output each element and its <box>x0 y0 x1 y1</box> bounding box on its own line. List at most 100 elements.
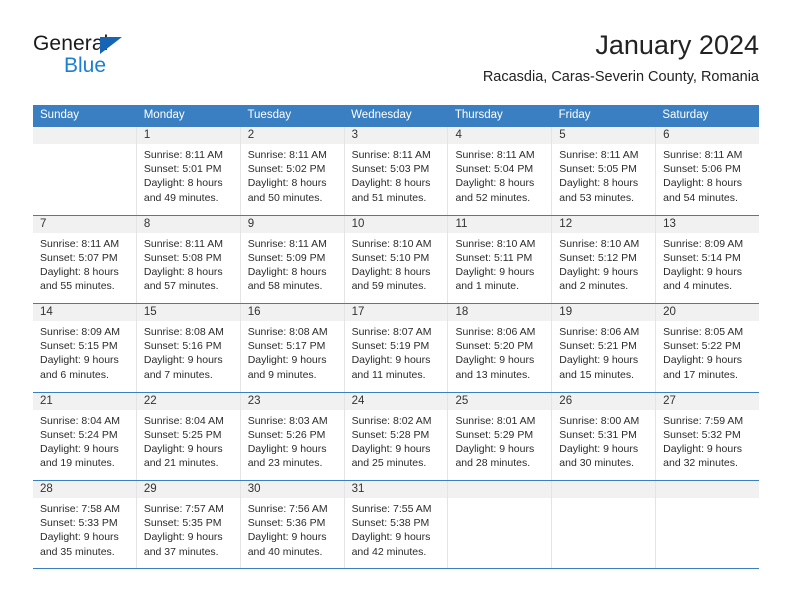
calendar-day-cell[interactable]: 31 Sunrise: 7:55 AM Sunset: 5:38 PM Dayligh… <box>343 481 448 568</box>
daylight-text-line2: and 9 minutes. <box>247 368 317 381</box>
daylight-text-line1: Daylight: 9 hours <box>455 442 535 455</box>
sunrise-text: Sunrise: 7:58 AM <box>40 503 120 515</box>
calendar-day-cell[interactable]: 22 Sunrise: 8:04 AM Sunset: 5:25 PM Dayligh… <box>135 392 240 480</box>
calendar-day-cell[interactable]: 12 Sunrise: 8:10 AM Sunset: 5:12 PM Dayligh… <box>551 215 656 303</box>
sunset-text: Sunset: 5:08 PM <box>143 251 222 264</box>
day-sun-info: Sunrise: 7:59 AM Sunset: 5:32 PM Daylight:… <box>656 410 759 471</box>
calendar-week-row: 21 Sunrise: 8:04 AM Sunset: 5:24 PM Dayligh… <box>33 391 760 480</box>
day-number: 30 <box>240 481 344 498</box>
calendar-week-row: 28 Sunrise: 7:58 AM Sunset: 5:33 PM Dayligh… <box>33 480 760 569</box>
day-number: 4 <box>448 127 552 144</box>
calendar-day-cell[interactable]: 2 Sunrise: 8:11 AM Sunset: 5:02 PM Daylight… <box>239 127 344 215</box>
day-sun-info: Sunrise: 8:09 AM Sunset: 5:15 PM Daylight:… <box>33 321 136 382</box>
calendar-day-cell[interactable]: 30 Sunrise: 7:56 AM Sunset: 5:36 PM Dayligh… <box>239 481 344 568</box>
calendar-day-cell[interactable]: 19 Sunrise: 8:06 AM Sunset: 5:21 PM Dayligh… <box>551 304 656 392</box>
sunset-text: Sunset: 5:06 PM <box>663 163 741 176</box>
sunset-text: Sunset: 5:28 PM <box>351 428 430 441</box>
calendar-day-cell[interactable]: 18 Sunrise: 8:06 AM Sunset: 5:20 PM Dayligh… <box>447 304 552 392</box>
calendar-week-row: 1 Sunrise: 8:11 AM Sunset: 5:01 PM Daylight… <box>33 126 760 215</box>
calendar-day-cell[interactable]: 28 Sunrise: 7:58 AM Sunset: 5:33 PM Dayligh… <box>33 481 136 568</box>
day-sun-info: Sunrise: 8:08 AM Sunset: 5:17 PM Daylight:… <box>241 321 344 382</box>
daylight-text-line2: and 52 minutes. <box>455 191 531 204</box>
calendar-day-cell[interactable]: 27 Sunrise: 7:59 AM Sunset: 5:32 PM Dayligh… <box>655 392 760 480</box>
daylight-text-line2: and 17 minutes. <box>663 368 738 381</box>
sunset-text: Sunset: 5:07 PM <box>40 251 118 264</box>
calendar-day-cell[interactable]: 26 Sunrise: 8:00 AM Sunset: 5:31 PM Dayligh… <box>551 392 656 480</box>
calendar-day-cell[interactable]: 29 Sunrise: 7:57 AM Sunset: 5:35 PM Dayligh… <box>135 481 240 568</box>
day-sun-info: Sunrise: 8:11 AM Sunset: 5:04 PM Daylight:… <box>448 144 551 205</box>
calendar-day-cell[interactable]: 4 Sunrise: 8:11 AM Sunset: 5:04 PM Daylight… <box>447 127 552 215</box>
daylight-text-line2: and 15 minutes. <box>559 368 635 381</box>
calendar-day-cell[interactable]: 21 Sunrise: 8:04 AM Sunset: 5:24 PM Dayligh… <box>33 392 136 480</box>
sunset-text: Sunset: 5:17 PM <box>247 340 326 353</box>
day-number <box>448 481 552 498</box>
daylight-text-line2: and 37 minutes. <box>143 545 219 558</box>
calendar-day-cell[interactable]: 24 Sunrise: 8:02 AM Sunset: 5:28 PM Dayligh… <box>343 392 448 480</box>
day-number: 3 <box>344 127 448 144</box>
daylight-text-line1: Daylight: 9 hours <box>663 265 742 278</box>
sunrise-text: Sunrise: 8:00 AM <box>559 414 640 427</box>
daylight-text-line2: and 57 minutes. <box>143 280 219 293</box>
sunrise-text: Sunrise: 8:04 AM <box>143 414 224 427</box>
daylight-text-line1: Daylight: 8 hours <box>143 265 223 278</box>
sunrise-text: Sunrise: 8:06 AM <box>559 326 640 338</box>
sunset-text: Sunset: 5:33 PM <box>40 517 118 530</box>
sunset-text: Sunset: 5:25 PM <box>143 428 222 441</box>
calendar-day-cell[interactable]: 13 Sunrise: 8:09 AM Sunset: 5:14 PM Dayligh… <box>655 215 760 303</box>
sunset-text: Sunset: 5:14 PM <box>663 251 741 264</box>
sunrise-text: Sunrise: 8:11 AM <box>559 149 639 161</box>
day-sun-info: Sunrise: 7:55 AM Sunset: 5:38 PM Daylight:… <box>345 498 448 559</box>
calendar-day-cell[interactable]: 15 Sunrise: 8:08 AM Sunset: 5:16 PM Dayligh… <box>135 304 240 392</box>
day-sun-info: Sunrise: 8:11 AM Sunset: 5:07 PM Daylight:… <box>33 233 136 294</box>
calendar-day-cell[interactable]: 7 Sunrise: 8:11 AM Sunset: 5:07 PM Daylight… <box>33 215 136 303</box>
sunset-text: Sunset: 5:11 PM <box>455 251 533 264</box>
sunset-text: Sunset: 5:24 PM <box>40 428 118 441</box>
day-sun-info: Sunrise: 8:10 AM Sunset: 5:12 PM Daylight:… <box>552 233 655 294</box>
calendar-day-cell[interactable]: 11 Sunrise: 8:10 AM Sunset: 5:11 PM Dayligh… <box>447 215 552 303</box>
calendar-day-cell-empty <box>551 481 656 568</box>
day-number: 19 <box>552 304 656 321</box>
day-sun-info: Sunrise: 8:01 AM Sunset: 5:29 PM Daylight:… <box>448 410 551 471</box>
sunset-text: Sunset: 5:29 PM <box>455 428 534 441</box>
day-sun-info: Sunrise: 8:11 AM Sunset: 5:03 PM Daylight:… <box>345 144 448 205</box>
day-number: 22 <box>136 392 240 410</box>
sunrise-text: Sunrise: 7:59 AM <box>663 414 744 427</box>
calendar-day-cell[interactable]: 16 Sunrise: 8:08 AM Sunset: 5:17 PM Dayligh… <box>239 304 344 392</box>
sunset-text: Sunset: 5:12 PM <box>559 251 637 264</box>
calendar-day-cell[interactable]: 20 Sunrise: 8:05 AM Sunset: 5:22 PM Dayligh… <box>655 304 760 392</box>
calendar-day-cell[interactable]: 10 Sunrise: 8:10 AM Sunset: 5:10 PM Dayligh… <box>343 215 448 303</box>
daylight-text-line1: Daylight: 9 hours <box>351 442 431 455</box>
day-number: 17 <box>344 304 448 321</box>
day-number <box>656 481 760 498</box>
calendar-day-cell[interactable]: 17 Sunrise: 8:07 AM Sunset: 5:19 PM Dayligh… <box>343 304 448 392</box>
day-number <box>33 127 136 144</box>
sunrise-text: Sunrise: 8:09 AM <box>663 237 744 250</box>
calendar-week-row: 7 Sunrise: 8:11 AM Sunset: 5:07 PM Daylight… <box>33 214 760 303</box>
day-sun-info: Sunrise: 8:11 AM Sunset: 5:09 PM Daylight:… <box>241 233 344 294</box>
calendar-day-cell[interactable]: 9 Sunrise: 8:11 AM Sunset: 5:09 PM Daylight… <box>239 215 344 303</box>
title-block: January 2024 Racasdia, Caras-Severin Cou… <box>483 28 759 88</box>
calendar-day-cell[interactable]: 25 Sunrise: 8:01 AM Sunset: 5:29 PM Dayligh… <box>447 392 552 480</box>
day-sun-info: Sunrise: 7:56 AM Sunset: 5:36 PM Daylight:… <box>241 498 344 559</box>
daylight-text-line2: and 53 minutes. <box>559 191 635 204</box>
calendar-day-cell[interactable]: 8 Sunrise: 8:11 AM Sunset: 5:08 PM Daylight… <box>135 215 240 303</box>
calendar-day-cell[interactable]: 5 Sunrise: 8:11 AM Sunset: 5:05 PM Daylight… <box>551 127 656 215</box>
calendar-day-cell[interactable]: 14 Sunrise: 8:09 AM Sunset: 5:15 PM Dayligh… <box>33 304 136 392</box>
sunrise-text: Sunrise: 8:11 AM <box>143 149 224 161</box>
sunset-text: Sunset: 5:05 PM <box>559 163 637 176</box>
calendar-day-cell-empty <box>33 127 136 215</box>
sunset-text: Sunset: 5:21 PM <box>559 340 637 353</box>
daylight-text-line1: Daylight: 9 hours <box>143 354 223 367</box>
calendar-day-cell[interactable]: 6 Sunrise: 8:11 AM Sunset: 5:06 PM Daylight… <box>655 127 760 215</box>
daylight-text-line2: and 13 minutes. <box>455 368 531 381</box>
daylight-text-line1: Daylight: 9 hours <box>40 531 119 544</box>
daylight-text-line2: and 6 minutes. <box>40 368 109 381</box>
sunset-text: Sunset: 5:38 PM <box>351 517 430 530</box>
calendar-day-cell[interactable]: 3 Sunrise: 8:11 AM Sunset: 5:03 PM Daylight… <box>343 127 448 215</box>
daylight-text-line1: Daylight: 9 hours <box>40 442 119 455</box>
daylight-text-line1: Daylight: 9 hours <box>351 531 431 544</box>
calendar-day-cell[interactable]: 1 Sunrise: 8:11 AM Sunset: 5:01 PM Daylight… <box>135 127 240 215</box>
sunrise-text: Sunrise: 8:09 AM <box>40 326 120 338</box>
daylight-text-line2: and 19 minutes. <box>40 457 115 470</box>
calendar-day-cell[interactable]: 23 Sunrise: 8:03 AM Sunset: 5:26 PM Dayligh… <box>239 392 344 480</box>
